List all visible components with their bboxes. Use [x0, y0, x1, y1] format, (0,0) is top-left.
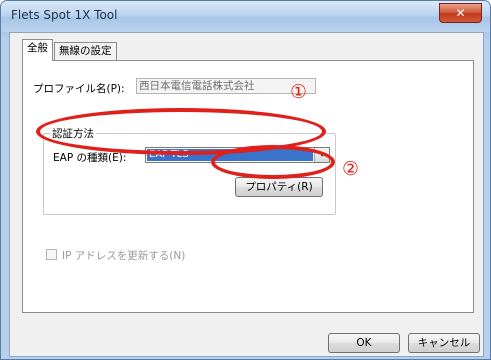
dialog-window: Flets Spot 1X Tool ✕ 全般 無線の設定 プロファイル名(P)…	[0, 0, 491, 360]
title-bar[interactable]: Flets Spot 1X Tool ✕	[1, 1, 490, 32]
close-icon: ✕	[455, 6, 466, 20]
ok-button[interactable]: OK	[328, 333, 400, 353]
tab-general-label: 全般	[27, 42, 48, 54]
profile-name-label: プロファイル名(P):	[33, 83, 125, 95]
cancel-button[interactable]: キャンセル	[408, 333, 480, 353]
eap-type-label: EAP の種類(E):	[53, 152, 127, 164]
ip-refresh-label: IP アドレスを更新する(N)	[62, 250, 186, 262]
profile-name-field: 西日本電信電話株式会社	[136, 78, 316, 94]
eap-type-selected-value: EAP-TLS	[147, 149, 313, 161]
tab-wireless-settings[interactable]: 無線の設定	[54, 42, 117, 60]
properties-button[interactable]: プロパティ(R)	[235, 177, 323, 197]
dialog-client-area: 全般 無線の設定 プロファイル名(P): 西日本電信電話株式会社 認証方法 EA…	[9, 32, 484, 357]
auth-method-title: 認証方法	[50, 126, 96, 141]
close-button[interactable]: ✕	[439, 3, 482, 23]
tab-wireless-settings-label: 無線の設定	[59, 45, 112, 57]
ip-refresh-checkbox[interactable]	[46, 249, 57, 260]
window-title: Flets Spot 1X Tool	[11, 8, 118, 22]
general-tab-panel: プロファイル名(P): 西日本電信電話株式会社 認証方法 EAP の種類(E):…	[22, 60, 474, 313]
auth-method-group: 認証方法	[43, 126, 336, 215]
tab-general[interactable]: 全般	[22, 39, 53, 61]
chevron-down-icon[interactable]: ▾	[314, 148, 329, 162]
eap-type-select[interactable]: EAP-TLS ▾	[145, 147, 330, 163]
